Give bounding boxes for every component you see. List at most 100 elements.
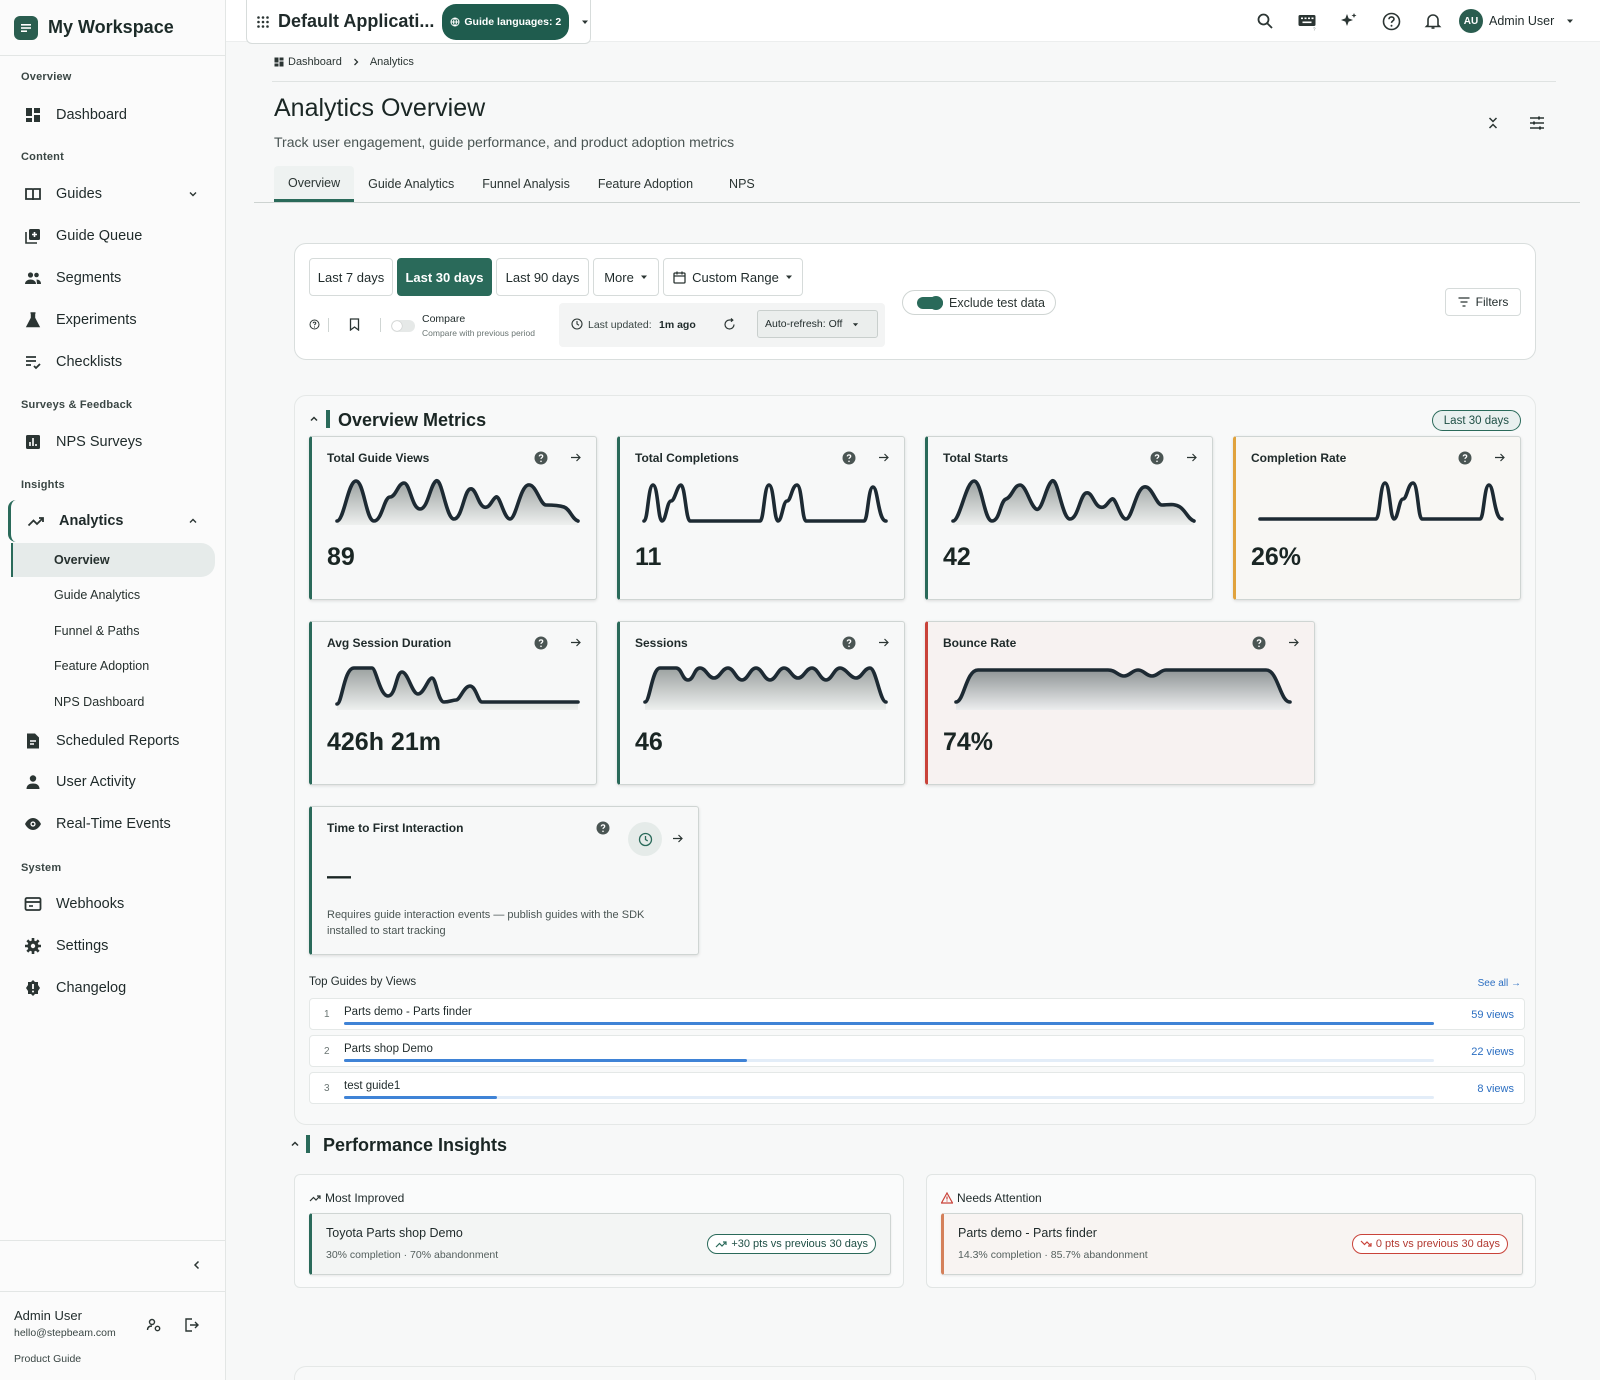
sidebar-item-changelog[interactable]: Changelog xyxy=(0,968,226,1008)
section-overview: Overview xyxy=(21,71,72,83)
brand[interactable]: My Workspace xyxy=(0,0,225,56)
bell-icon[interactable] xyxy=(1422,10,1444,32)
sidebar-item-guide-queue[interactable]: Guide Queue xyxy=(0,216,226,256)
user-menu[interactable]: AU Admin User xyxy=(1459,9,1574,33)
sidebar-item-segments[interactable]: Segments xyxy=(0,258,226,298)
app-selector[interactable]: Default Applicati... Guide languages: 2 xyxy=(246,0,591,44)
row-bar-fill xyxy=(344,1059,748,1062)
sidebar-item-checklists[interactable]: Checklists xyxy=(0,342,226,382)
table-row[interactable]: 3 test guide1 8 views xyxy=(309,1072,1525,1104)
see-all-link[interactable]: See all → xyxy=(1478,978,1521,989)
compare-toggle[interactable] xyxy=(391,320,415,332)
help-filled-icon[interactable] xyxy=(596,821,610,835)
metric-card-total-completions[interactable]: Total Completions 11 xyxy=(617,436,905,600)
metric-card-time-to-first-interaction[interactable]: Time to First Interaction — Requires gui… xyxy=(309,806,699,955)
help-icon[interactable] xyxy=(1380,10,1402,32)
sidebar-item-dashboard[interactable]: Dashboard xyxy=(0,95,226,135)
metric-card-sessions[interactable]: Sessions 46 xyxy=(617,621,905,785)
arrow-right-icon[interactable] xyxy=(1286,635,1300,649)
trending-up-icon xyxy=(309,1192,321,1204)
chevron-up-icon[interactable] xyxy=(309,414,319,424)
logout-icon[interactable] xyxy=(183,1317,199,1333)
sidebar-sub-nps-dashboard[interactable]: NPS Dashboard xyxy=(11,685,215,719)
sidebar-item-user-activity[interactable]: User Activity xyxy=(0,762,226,802)
sparkline-total-starts xyxy=(951,479,1196,525)
sidebar-item-label: NPS Surveys xyxy=(56,434,143,450)
search-icon[interactable] xyxy=(1254,10,1276,32)
metric-value: 46 xyxy=(635,728,663,756)
help-circle-icon[interactable] xyxy=(309,319,320,330)
help-filled-icon[interactable] xyxy=(842,636,856,650)
help-filled-icon[interactable] xyxy=(534,451,548,465)
switch-user-icon[interactable] xyxy=(146,1317,162,1333)
row-views: 8 views xyxy=(1477,1083,1514,1095)
product-guide-link[interactable]: Product Guide xyxy=(14,1353,81,1365)
sidebar-item-settings[interactable]: Settings xyxy=(0,926,226,966)
sidebar-sub-overview[interactable]: Overview xyxy=(11,543,215,577)
collapse-all-icon[interactable] xyxy=(1484,114,1502,132)
sidebar-item-webhooks[interactable]: Webhooks xyxy=(0,884,226,924)
chevron-up-icon[interactable] xyxy=(290,1139,300,1149)
guide-languages-pill[interactable]: Guide languages: 2 xyxy=(442,3,570,40)
help-filled-icon[interactable] xyxy=(1458,451,1472,465)
breadcrumb-current: Analytics xyxy=(369,56,414,68)
collapse-sidebar-icon[interactable] xyxy=(191,1259,203,1271)
badge-label: 0 pts vs previous 30 days xyxy=(1375,1238,1500,1250)
metric-card-completion-rate[interactable]: Completion Rate 26% xyxy=(1233,436,1521,600)
metric-value: 89 xyxy=(327,543,355,571)
range-30-days-button[interactable]: Last 30 days xyxy=(397,258,492,296)
custom-range-button[interactable]: Custom Range xyxy=(663,258,803,296)
keyboard-icon[interactable]: ? xyxy=(1296,10,1318,32)
sidebar-item-scheduled-reports[interactable]: Scheduled Reports xyxy=(0,721,226,761)
metric-card-total-starts[interactable]: Total Starts 42 xyxy=(925,436,1213,600)
customize-sliders-icon[interactable] xyxy=(1526,112,1548,134)
tab-nps[interactable]: NPS xyxy=(707,166,777,202)
metric-card-avg-session-duration[interactable]: Avg Session Duration 426h 21m xyxy=(309,621,597,785)
table-row[interactable]: 2 Parts shop Demo 22 views xyxy=(309,1035,1525,1067)
sidebar-sub-guide-analytics[interactable]: Guide Analytics xyxy=(11,578,215,612)
auto-refresh-select[interactable]: Auto-refresh: Off xyxy=(757,310,878,338)
sidebar-item-analytics[interactable]: Analytics xyxy=(8,500,218,542)
help-filled-icon[interactable] xyxy=(1150,451,1164,465)
arrow-right-icon[interactable] xyxy=(876,450,890,464)
range-90-days-button[interactable]: Last 90 days xyxy=(496,258,589,296)
arrow-right-icon[interactable] xyxy=(568,635,582,649)
sidebar-item-nps-surveys[interactable]: NPS Surveys xyxy=(0,422,226,462)
sidebar-item-label: Scheduled Reports xyxy=(56,733,180,749)
arrow-right-icon[interactable] xyxy=(1184,450,1198,464)
help-filled-icon[interactable] xyxy=(1252,636,1266,650)
metric-card-bounce-rate[interactable]: Bounce Rate 74% xyxy=(925,621,1315,785)
bookmark-icon[interactable] xyxy=(349,318,360,331)
sidebar-item-experiments[interactable]: Experiments xyxy=(0,300,226,340)
refresh-icon[interactable] xyxy=(723,318,736,331)
dashboard-icon xyxy=(24,106,42,124)
arrow-right-icon[interactable] xyxy=(1492,450,1506,464)
table-row[interactable]: 1 Parts demo - Parts finder 59 views xyxy=(309,998,1525,1030)
section-surveys: Surveys & Feedback xyxy=(21,399,133,411)
insight-card[interactable]: Parts demo - Parts finder 14.3% completi… xyxy=(941,1213,1523,1275)
sidebar-item-realtime-events[interactable]: Real-Time Events xyxy=(0,804,226,844)
metric-card-total-guide-views[interactable]: Total Guide Views 89 xyxy=(309,436,597,600)
help-filled-icon[interactable] xyxy=(842,451,856,465)
arrow-right-icon[interactable] xyxy=(568,450,582,464)
sidebar-item-guides[interactable]: Guides xyxy=(0,174,226,214)
breadcrumb-home[interactable]: Dashboard xyxy=(274,56,342,68)
sidebar-sub-funnel-paths[interactable]: Funnel & Paths xyxy=(11,614,215,648)
sidebar-sub-feature-adoption[interactable]: Feature Adoption xyxy=(11,649,215,683)
caret-down-icon[interactable] xyxy=(581,18,589,26)
tab-feature-adoption[interactable]: Feature Adoption xyxy=(584,166,707,202)
tab-guide-analytics[interactable]: Guide Analytics xyxy=(354,166,468,202)
insight-card[interactable]: Toyota Parts shop Demo 30% completion · … xyxy=(309,1213,891,1275)
more-ranges-button[interactable]: More xyxy=(593,258,659,296)
help-filled-icon[interactable] xyxy=(534,636,548,650)
tab-funnel-analysis[interactable]: Funnel Analysis xyxy=(468,166,584,202)
filter-panel: Last 7 days Last 30 days Last 90 days Mo… xyxy=(294,243,1536,360)
arrow-right-icon[interactable] xyxy=(671,832,684,845)
exclude-test-data-toggle[interactable]: Exclude test data xyxy=(902,290,1056,315)
sidebar-item-label: Segments xyxy=(56,270,122,286)
range-7-days-button[interactable]: Last 7 days xyxy=(309,258,393,296)
sparkle-ai-icon[interactable] xyxy=(1338,10,1360,32)
arrow-right-icon[interactable] xyxy=(876,635,890,649)
filters-button[interactable]: Filters xyxy=(1445,288,1521,316)
tab-overview[interactable]: Overview xyxy=(274,166,355,202)
